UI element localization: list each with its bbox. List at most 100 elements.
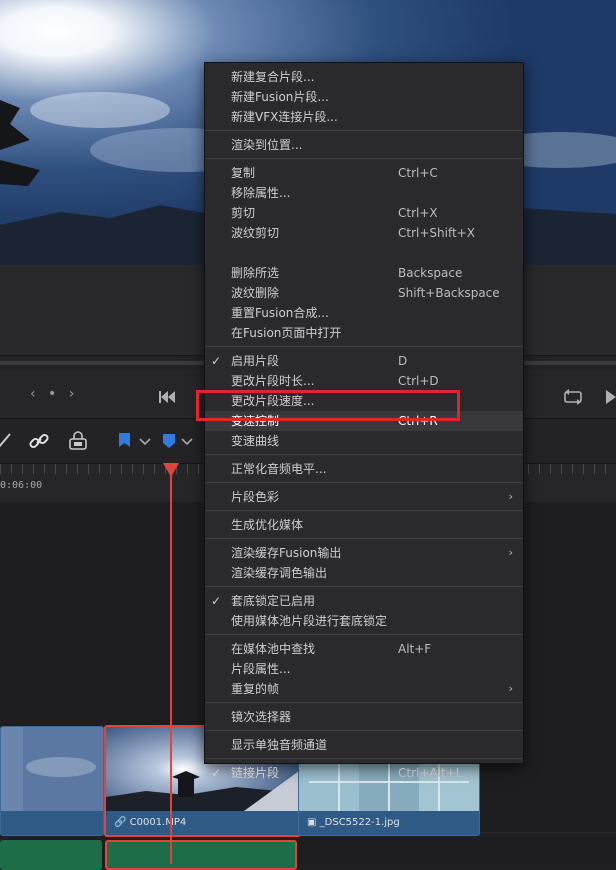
- menu-item[interactable]: 使用媒体池片段进行套底锁定: [205, 611, 523, 631]
- menu-item[interactable]: ✓ 链接片段 Ctrl+Alt+L: [205, 763, 523, 783]
- menu-item-shortcut: D: [398, 354, 408, 368]
- menu-item-label: 移除属性...: [231, 186, 291, 200]
- menu-separator: [205, 758, 523, 759]
- menu-item-label: 链接片段: [231, 766, 280, 780]
- play-icon[interactable]: [602, 386, 616, 408]
- highlight-box: [196, 390, 460, 421]
- menu-item-label: 重复的帧: [231, 682, 280, 696]
- menu-item[interactable]: 片段属性...: [205, 659, 523, 679]
- menu-item[interactable]: 片段色彩 ›: [205, 487, 523, 507]
- menu-item-label: 显示单独音频通道: [231, 738, 328, 752]
- menu-item-shortcut: Ctrl+D: [398, 374, 439, 388]
- menu-separator: [205, 482, 523, 483]
- menu-item-label: 新建VFX连接片段...: [231, 110, 338, 124]
- menu-item-label: 新建Fusion片段...: [231, 90, 329, 104]
- menu-item-label: 剪切: [231, 206, 256, 220]
- clip-thumbnail: [1, 727, 103, 811]
- clip-label: [1, 811, 103, 835]
- menu-item[interactable]: ✓ 套底锁定已启用: [205, 591, 523, 611]
- menu-item[interactable]: 剪切 Ctrl+X: [205, 203, 523, 223]
- menu-item-shortcut: Backspace: [398, 266, 463, 280]
- position-lock-icon[interactable]: [67, 430, 89, 452]
- menu-item[interactable]: 新建VFX连接片段...: [205, 107, 523, 127]
- chevron-right-icon: ›: [508, 490, 513, 503]
- menu-item[interactable]: 波纹删除 Shift+Backspace: [205, 283, 523, 303]
- menu-item-label: 片段色彩: [231, 490, 280, 504]
- menu-item-label: 生成优化媒体: [231, 518, 304, 532]
- menu-item-label: 变速曲线: [231, 434, 280, 448]
- menu-item[interactable]: ✓ 启用片段 D: [205, 351, 523, 371]
- chevron-down-icon[interactable]: [134, 430, 156, 452]
- menu-item-label: 波纹删除: [231, 286, 280, 300]
- clip-name: _DSC5522-1.jpg: [319, 817, 400, 828]
- chevron-down-icon[interactable]: [176, 430, 198, 452]
- menu-item[interactable]: 移除属性...: [205, 183, 523, 203]
- menu-separator: [205, 730, 523, 731]
- menu-separator: [205, 510, 523, 511]
- menu-separator: [205, 158, 523, 159]
- menu-item[interactable]: 重复的帧 ›: [205, 679, 523, 699]
- menu-separator: [205, 346, 523, 347]
- menu-item[interactable]: 复制 Ctrl+C: [205, 163, 523, 183]
- audio-clip-selected[interactable]: [105, 840, 297, 870]
- menu-item[interactable]: 新建复合片段...: [205, 67, 523, 87]
- menu-item[interactable]: 镜次选择器: [205, 707, 523, 727]
- menu-item[interactable]: 渲染缓存Fusion输出 ›: [205, 543, 523, 563]
- menu-item-label: 使用媒体池片段进行套底锁定: [231, 614, 388, 628]
- check-icon: ✓: [211, 354, 222, 368]
- menu-item[interactable]: 正常化音频电平...: [205, 459, 523, 479]
- menu-item[interactable]: 变速曲线: [205, 431, 523, 451]
- menu-separator: [205, 538, 523, 539]
- video-clip[interactable]: [0, 726, 104, 836]
- menu-item-label: 在媒体池中查找: [231, 642, 316, 656]
- menu-item-label: 片段属性...: [231, 662, 291, 676]
- menu-item-label: 删除所选: [231, 266, 280, 280]
- menu-item[interactable]: 在Fusion页面中打开: [205, 323, 523, 343]
- chevron-right-icon: ›: [508, 546, 513, 559]
- menu-item-label: 渲染到位置...: [231, 138, 303, 152]
- playhead-line[interactable]: [170, 470, 172, 864]
- audio-clip[interactable]: [0, 840, 102, 870]
- clip-label: ▣ _DSC5522-1.jpg: [299, 811, 479, 835]
- menu-item-label: 套底锁定已启用: [231, 594, 316, 608]
- menu-item-label: 波纹剪切: [231, 226, 280, 240]
- menu-item[interactable]: 更改片段时长... Ctrl+D: [205, 371, 523, 391]
- menu-item[interactable]: 渲染到位置...: [205, 135, 523, 155]
- menu-separator: [205, 454, 523, 455]
- viewer-nav-dots[interactable]: ‹ • ›: [30, 386, 78, 402]
- loop-icon[interactable]: [562, 386, 584, 408]
- menu-item-shortcut: Alt+F: [398, 642, 432, 656]
- menu-item-label: 渲染缓存Fusion输出: [231, 546, 342, 560]
- menu-item[interactable]: 波纹剪切 Ctrl+Shift+X: [205, 223, 523, 243]
- menu-item-label: 重置Fusion合成...: [231, 306, 329, 320]
- menu-item-label: 更改片段时长...: [231, 374, 315, 388]
- menu-item-shortcut: Ctrl+Alt+L: [398, 766, 463, 780]
- menu-item[interactable]: 生成优化媒体: [205, 515, 523, 535]
- check-icon: ✓: [211, 594, 222, 608]
- flag-icon[interactable]: [114, 430, 136, 452]
- playhead-handle[interactable]: [163, 463, 179, 477]
- menu-item[interactable]: 新建Fusion片段...: [205, 87, 523, 107]
- link-icon[interactable]: [28, 430, 50, 452]
- menu-separator: [205, 130, 523, 131]
- clip-name: C0001.MP4: [129, 817, 187, 828]
- check-icon: ✓: [211, 766, 222, 780]
- image-icon: ▣: [307, 817, 317, 828]
- menu-item-shortcut: Ctrl+C: [398, 166, 438, 180]
- blade-tool-icon[interactable]: [0, 430, 18, 452]
- menu-item[interactable]: 删除所选 Backspace: [205, 263, 523, 283]
- chevron-right-icon: ›: [508, 682, 513, 695]
- menu-item-label: 复制: [231, 166, 256, 180]
- menu-item-shortcut: Shift+Backspace: [398, 286, 500, 300]
- menu-item[interactable]: 渲染缓存调色输出: [205, 563, 523, 583]
- ruler-timecode: 0:06:00: [0, 480, 43, 491]
- menu-item-label: 渲染缓存调色输出: [231, 566, 328, 580]
- menu-item[interactable]: 在媒体池中查找 Alt+F: [205, 639, 523, 659]
- menu-item[interactable]: 重置Fusion合成...: [205, 303, 523, 323]
- skip-to-start-icon[interactable]: [156, 386, 178, 408]
- menu-item[interactable]: [205, 243, 523, 263]
- menu-item-label: 镜次选择器: [231, 710, 292, 724]
- clip-label: 🔗 C0001.MP4: [106, 811, 299, 835]
- menu-item-label: 正常化音频电平...: [231, 462, 327, 476]
- menu-item[interactable]: 显示单独音频通道: [205, 735, 523, 755]
